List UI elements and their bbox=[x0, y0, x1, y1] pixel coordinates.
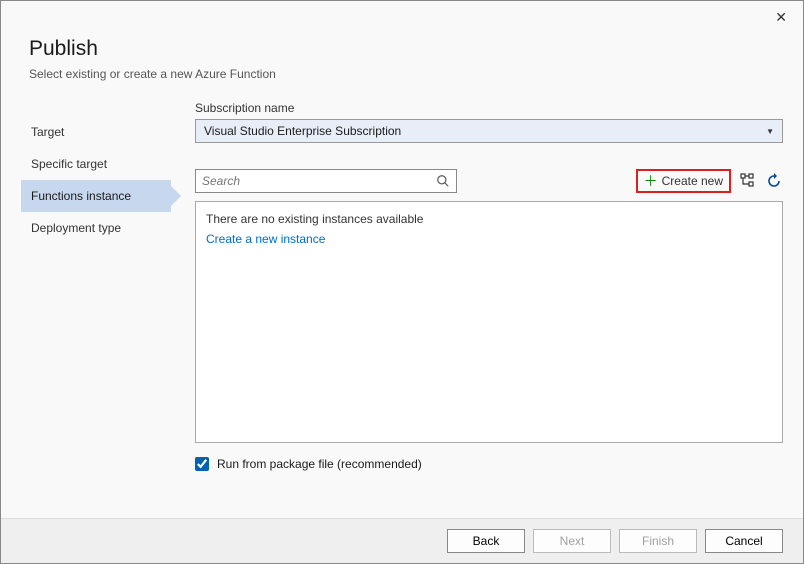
sidebar-item-deployment-type[interactable]: Deployment type bbox=[21, 212, 171, 244]
wizard-steps: Target Specific target Functions instanc… bbox=[21, 101, 171, 471]
search-icon bbox=[436, 174, 450, 188]
dialog-footer: Back Next Finish Cancel bbox=[1, 518, 803, 563]
subscription-dropdown[interactable]: Visual Studio Enterprise Subscription ▼ bbox=[195, 119, 783, 143]
chevron-down-icon: ▼ bbox=[766, 127, 774, 136]
close-button[interactable]: ✕ bbox=[769, 7, 793, 28]
back-button[interactable]: Back bbox=[447, 529, 525, 553]
page-subtitle: Select existing or create a new Azure Fu… bbox=[29, 67, 775, 81]
search-input-container[interactable] bbox=[195, 169, 457, 193]
create-instance-link[interactable]: Create a new instance bbox=[206, 232, 772, 246]
view-tree-icon[interactable] bbox=[739, 172, 757, 190]
create-new-label: Create new bbox=[662, 174, 723, 188]
instances-list: There are no existing instances availabl… bbox=[195, 201, 783, 443]
sidebar-item-target[interactable]: Target bbox=[21, 116, 171, 148]
search-input[interactable] bbox=[202, 174, 436, 188]
subscription-value: Visual Studio Enterprise Subscription bbox=[204, 124, 401, 138]
subscription-label: Subscription name bbox=[195, 101, 783, 115]
cancel-button[interactable]: Cancel bbox=[705, 529, 783, 553]
run-from-package-checkbox[interactable] bbox=[195, 457, 209, 471]
sidebar-item-specific-target[interactable]: Specific target bbox=[21, 148, 171, 180]
finish-button[interactable]: Finish bbox=[619, 529, 697, 553]
plus-icon: ＋ bbox=[644, 174, 658, 188]
sidebar-item-functions-instance[interactable]: Functions instance bbox=[21, 180, 171, 212]
refresh-icon[interactable] bbox=[765, 172, 783, 190]
run-from-package-label: Run from package file (recommended) bbox=[217, 457, 422, 471]
create-new-button[interactable]: ＋ Create new bbox=[636, 169, 731, 193]
empty-instances-message: There are no existing instances availabl… bbox=[206, 212, 772, 226]
page-title: Publish bbox=[29, 37, 775, 61]
next-button[interactable]: Next bbox=[533, 529, 611, 553]
